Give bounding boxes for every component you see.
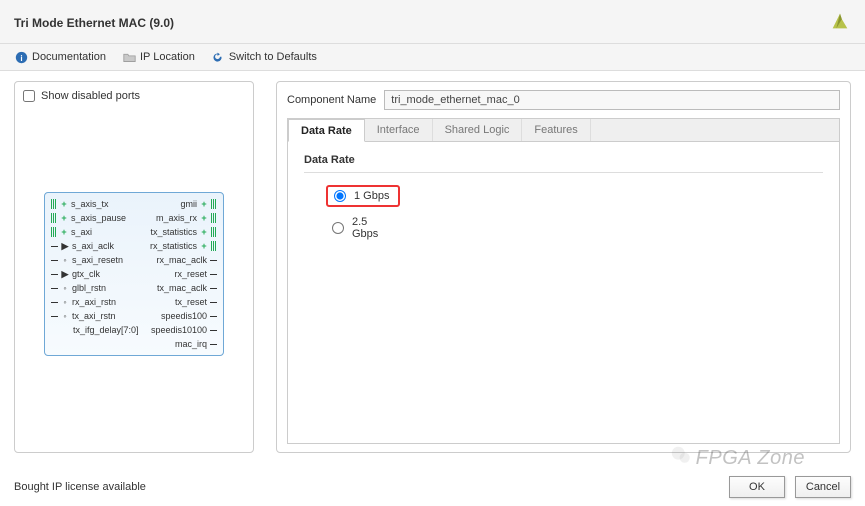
window-header: Tri Mode Ethernet MAC (9.0) xyxy=(0,0,865,44)
documentation-link[interactable]: i Documentation xyxy=(14,50,106,64)
port-right: m_axis_rx xyxy=(156,211,197,225)
divider xyxy=(304,172,823,173)
radio-2-5gbps-input[interactable] xyxy=(332,222,344,234)
port-left: s_axi_resetn xyxy=(72,253,123,267)
wechat-icon xyxy=(670,444,692,472)
port-left: tx_axi_rstn xyxy=(72,309,116,323)
tab-shared-logic[interactable]: Shared Logic xyxy=(433,119,523,141)
port-right: rx_reset xyxy=(174,267,207,281)
info-icon: i xyxy=(14,50,28,64)
radio-1gbps-label: 1 Gbps xyxy=(354,190,389,202)
ip-location-link[interactable]: IP Location xyxy=(122,50,195,64)
port-left: s_axis_tx xyxy=(71,197,109,211)
show-disabled-ports-checkbox[interactable]: Show disabled ports xyxy=(23,90,245,102)
vendor-logo-icon xyxy=(829,10,851,35)
svg-text:i: i xyxy=(20,53,22,62)
switch-defaults-link[interactable]: Switch to Defaults xyxy=(211,50,317,64)
port-left: s_axi xyxy=(71,225,92,239)
port-right: gmii xyxy=(180,197,197,211)
config-panel: Component Name Data Rate Interface Share… xyxy=(276,81,851,453)
window-title: Tri Mode Ethernet MAC (9.0) xyxy=(14,16,174,30)
ok-button[interactable]: OK xyxy=(729,476,785,498)
port-right: tx_mac_aclk xyxy=(157,281,207,295)
radio-2-5gbps[interactable]: 2.5 Gbps xyxy=(326,213,396,243)
toolbar: i Documentation IP Location Switch to De… xyxy=(0,44,865,71)
license-note: Bought IP license available xyxy=(14,481,146,493)
dialog-buttons: OK Cancel xyxy=(729,476,851,498)
tab-interface[interactable]: Interface xyxy=(365,119,433,141)
config-tabs: Data Rate Interface Shared Logic Feature… xyxy=(287,118,840,142)
folder-icon xyxy=(122,50,136,64)
cancel-button[interactable]: Cancel xyxy=(795,476,851,498)
ip-location-label: IP Location xyxy=(140,51,195,63)
refresh-icon xyxy=(211,50,225,64)
port-right: rx_statistics xyxy=(150,239,197,253)
section-title: Data Rate xyxy=(304,154,823,166)
port-right: mac_irq xyxy=(175,337,207,351)
port-right: tx_reset xyxy=(175,295,207,309)
port-right: tx_statistics xyxy=(150,225,197,239)
port-left: tx_ifg_delay[7:0] xyxy=(73,323,139,337)
block-diagram-panel: Show disabled ports +s_axis_txgmii+ +s_a… xyxy=(14,81,254,453)
main-area: Show disabled ports +s_axis_txgmii+ +s_a… xyxy=(0,71,865,463)
tab-features[interactable]: Features xyxy=(522,119,590,141)
switch-defaults-label: Switch to Defaults xyxy=(229,51,317,63)
port-right: speedis100 xyxy=(161,309,207,323)
port-left: s_axis_pause xyxy=(71,211,126,225)
radio-1gbps-input[interactable] xyxy=(334,190,346,202)
port-right: rx_mac_aclk xyxy=(156,253,207,267)
radio-2-5gbps-label: 2.5 Gbps xyxy=(352,216,390,240)
component-name-input[interactable] xyxy=(384,90,840,110)
tab-data-rate[interactable]: Data Rate xyxy=(288,119,365,142)
port-left: gtx_clk xyxy=(72,267,100,281)
watermark: FPGA Zone xyxy=(670,444,805,472)
component-name-row: Component Name xyxy=(287,90,840,110)
show-disabled-ports-input[interactable] xyxy=(23,90,35,102)
show-disabled-ports-label: Show disabled ports xyxy=(41,90,140,102)
port-left: rx_axi_rstn xyxy=(72,295,116,309)
tab-content-data-rate: Data Rate 1 Gbps 2.5 Gbps xyxy=(287,142,840,444)
port-left: glbl_rstn xyxy=(72,281,106,295)
ip-block-symbol: +s_axis_txgmii+ +s_axis_pausem_axis_rx+ … xyxy=(44,192,224,356)
component-name-label: Component Name xyxy=(287,94,376,106)
port-right: speedis10100 xyxy=(151,323,207,337)
radio-1gbps[interactable]: 1 Gbps xyxy=(326,185,400,207)
port-left: s_axi_aclk xyxy=(72,239,114,253)
documentation-label: Documentation xyxy=(32,51,106,63)
watermark-text: FPGA Zone xyxy=(696,447,805,470)
footer: Bought IP license available OK Cancel xyxy=(14,476,851,498)
data-rate-radio-group: 1 Gbps 2.5 Gbps xyxy=(304,185,823,243)
